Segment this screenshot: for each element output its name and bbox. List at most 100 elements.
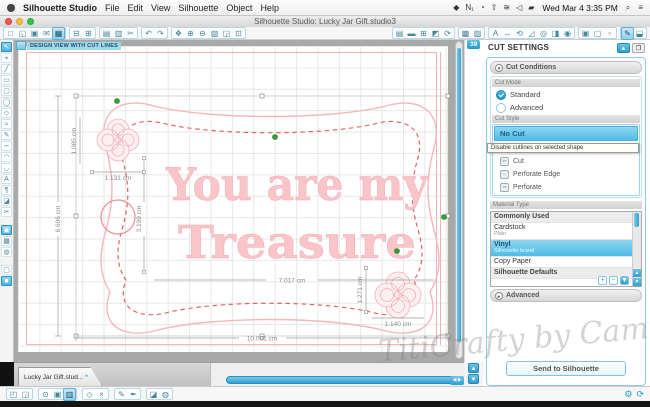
undo-icon[interactable]: ↶ — [143, 28, 154, 39]
flower-shape-bottom-right[interactable] — [374, 271, 422, 319]
eraser-small-icon[interactable]: ◪ — [148, 389, 159, 400]
cut-style-no-cut[interactable]: No Cut — [494, 126, 638, 141]
menu-object[interactable]: Object — [226, 3, 252, 13]
menu-view[interactable]: View — [151, 3, 170, 13]
white-swatch-tool[interactable]: ▢ — [1, 265, 12, 275]
mirror-icon[interactable]: ◨ — [550, 28, 561, 39]
design-text-line1[interactable]: You are my — [165, 158, 430, 212]
zoom-in-icon[interactable]: ⊕ — [185, 28, 196, 39]
page-count-badge[interactable]: 39 — [467, 40, 481, 49]
advanced-section[interactable]: ▸ Advanced — [490, 289, 642, 302]
gear-icon[interactable]: ⚙ — [624, 389, 632, 400]
shape-icon[interactable]: ◇ — [84, 389, 95, 400]
material-scroll-down-button[interactable]: ▼ — [633, 278, 641, 286]
apple-icon[interactable] — [7, 3, 15, 12]
delete-icon[interactable]: × — [96, 389, 107, 400]
page-tool[interactable]: ▣ — [1, 225, 12, 235]
ruler-icon[interactable]: ▬ — [406, 28, 417, 39]
material-scroll-up-button[interactable]: ▲ — [633, 269, 641, 277]
pen-alt-icon[interactable]: ✒ — [128, 389, 139, 400]
design-text[interactable]: You are my Treasure — [165, 158, 430, 270]
duplicate-icon[interactable]: ▥ — [63, 387, 76, 401]
print-icon[interactable]: ⊟ — [71, 28, 82, 39]
line-style-icon[interactable]: ▨ — [472, 28, 483, 39]
add-material-button[interactable]: + — [598, 276, 607, 285]
update-icon[interactable]: ⇧ — [491, 3, 498, 12]
send-to-silhouette-button[interactable]: Send to Silhouette — [506, 361, 626, 376]
notes-tool[interactable]: ¶ — [1, 185, 12, 195]
paste-icon[interactable]: ▤ — [101, 28, 112, 39]
cut-mode-standard[interactable]: Standard — [492, 88, 640, 101]
notification-icon[interactable]: N₁ — [465, 3, 473, 12]
pan-icon[interactable]: ❖ — [173, 28, 184, 39]
cut-settings-icon[interactable]: ✎ — [621, 26, 634, 40]
grid-settings-icon[interactable]: ⊞ — [418, 28, 429, 39]
save-icon[interactable]: ▣ — [29, 28, 40, 39]
design-text-line2[interactable]: Treasure — [178, 216, 417, 270]
fill-color-icon[interactable]: ▩ — [460, 28, 471, 39]
mat-tool[interactable]: ▦ — [1, 236, 12, 246]
menu-silhouette[interactable]: Silhouette — [178, 3, 218, 13]
new-document-icon[interactable]: □ — [5, 28, 16, 39]
cut-job-icon[interactable]: ⊞ — [83, 28, 94, 39]
progress-icon[interactable]: ◔ — [480, 3, 485, 12]
arc-tool[interactable]: ◠ — [1, 152, 12, 162]
menubar-clock[interactable]: Wed Mar 4 3:35 PM — [542, 3, 617, 13]
fit-page-icon[interactable]: ⊡ — [233, 28, 244, 39]
store-window-icon[interactable]: ▢ — [592, 28, 603, 39]
rounded-rectangle-tool[interactable]: ▢ — [1, 86, 12, 96]
document-tab[interactable]: Lucky Jar Gift.stud... * — [18, 367, 102, 386]
rotate-view-icon[interactable]: ⟳ — [442, 28, 453, 39]
cut-style-perforate-edge[interactable]: ┄ Perforate Edge — [494, 168, 638, 181]
sync-icon[interactable]: ⟳ — [636, 389, 644, 400]
pen-icon[interactable]: ✎ — [116, 389, 127, 400]
rotate-icon[interactable]: ⟲ — [514, 28, 525, 39]
panels-icon[interactable]: ▫ — [604, 28, 615, 39]
simulation-tool[interactable]: ◍ — [1, 247, 12, 257]
freehand-tool[interactable]: ✎ — [1, 130, 12, 140]
menu-file[interactable]: File — [105, 3, 120, 13]
send-backward-icon[interactable]: ◲ — [20, 389, 31, 400]
dropbox-icon[interactable]: ◆ — [453, 3, 459, 12]
wifi-icon[interactable]: ≋ — [503, 3, 510, 12]
flexishape-tool[interactable]: ◡ — [1, 163, 12, 173]
zoom-selection-icon[interactable]: ◲ — [221, 28, 232, 39]
display-settings-icon[interactable]: ⬓ — [634, 28, 645, 39]
notification-center-icon[interactable]: ≡ — [638, 3, 643, 12]
offset-icon[interactable]: ◎ — [538, 28, 549, 39]
rectangle-tool[interactable]: ▭ — [1, 75, 12, 85]
material-cardstock[interactable]: Cardstock Plain — [491, 223, 632, 240]
text-tool[interactable]: A — [1, 174, 12, 184]
scale-icon[interactable]: ◿ — [526, 28, 537, 39]
page-settings-icon[interactable]: ▤ — [394, 28, 405, 39]
fill-small-icon[interactable]: ◍ — [160, 389, 171, 400]
spotlight-search-icon[interactable]: ⌕ — [626, 3, 630, 13]
material-dropdown-button[interactable]: ▼ — [620, 276, 629, 285]
line-tool[interactable]: ╱ — [1, 64, 12, 74]
zoom-out-icon[interactable]: ⊖ — [197, 28, 208, 39]
cut-icon[interactable]: ✂ — [125, 28, 136, 39]
material-vinyl[interactable]: Vinyl Silhouette brand — [491, 240, 632, 257]
save-to-library-icon[interactable]: ✉ — [41, 28, 52, 39]
battery-icon[interactable]: ▰ — [528, 3, 534, 12]
cut-conditions-section[interactable]: ▾ Cut Conditions — [490, 61, 642, 74]
material-scrollbar-thumb[interactable] — [634, 213, 639, 227]
cut-style-perforate[interactable]: ╍ Perforate — [494, 181, 638, 194]
save-as-icon[interactable]: ▦ — [52, 26, 65, 40]
menu-app-name[interactable]: Silhouette Studio — [23, 3, 97, 13]
move-icon[interactable]: ↔ — [502, 28, 513, 39]
material-copy-paper[interactable]: Copy Paper — [491, 257, 632, 268]
group-icon[interactable]: ▣ — [52, 389, 63, 400]
knife-tool[interactable]: ✂ — [1, 207, 12, 217]
material-commonly-used[interactable]: Commonly Used — [491, 212, 632, 223]
radio-icon[interactable] — [496, 89, 506, 100]
horizontal-scrollbar-thumb[interactable] — [226, 376, 456, 384]
copy-icon[interactable]: ▥ — [113, 28, 124, 39]
scroll-down-button[interactable]: ▼ — [468, 374, 479, 384]
smooth-freehand-tool[interactable]: ∽ — [1, 141, 12, 151]
select-tool[interactable]: ↖ — [1, 42, 12, 52]
cursor-flag-icon[interactable] — [16, 41, 26, 50]
redo-icon[interactable]: ↷ — [155, 28, 166, 39]
cut-style-cut[interactable]: ✂ Cut — [494, 155, 638, 168]
scroll-left-right-buttons[interactable]: ◀ ▶ — [450, 376, 464, 385]
